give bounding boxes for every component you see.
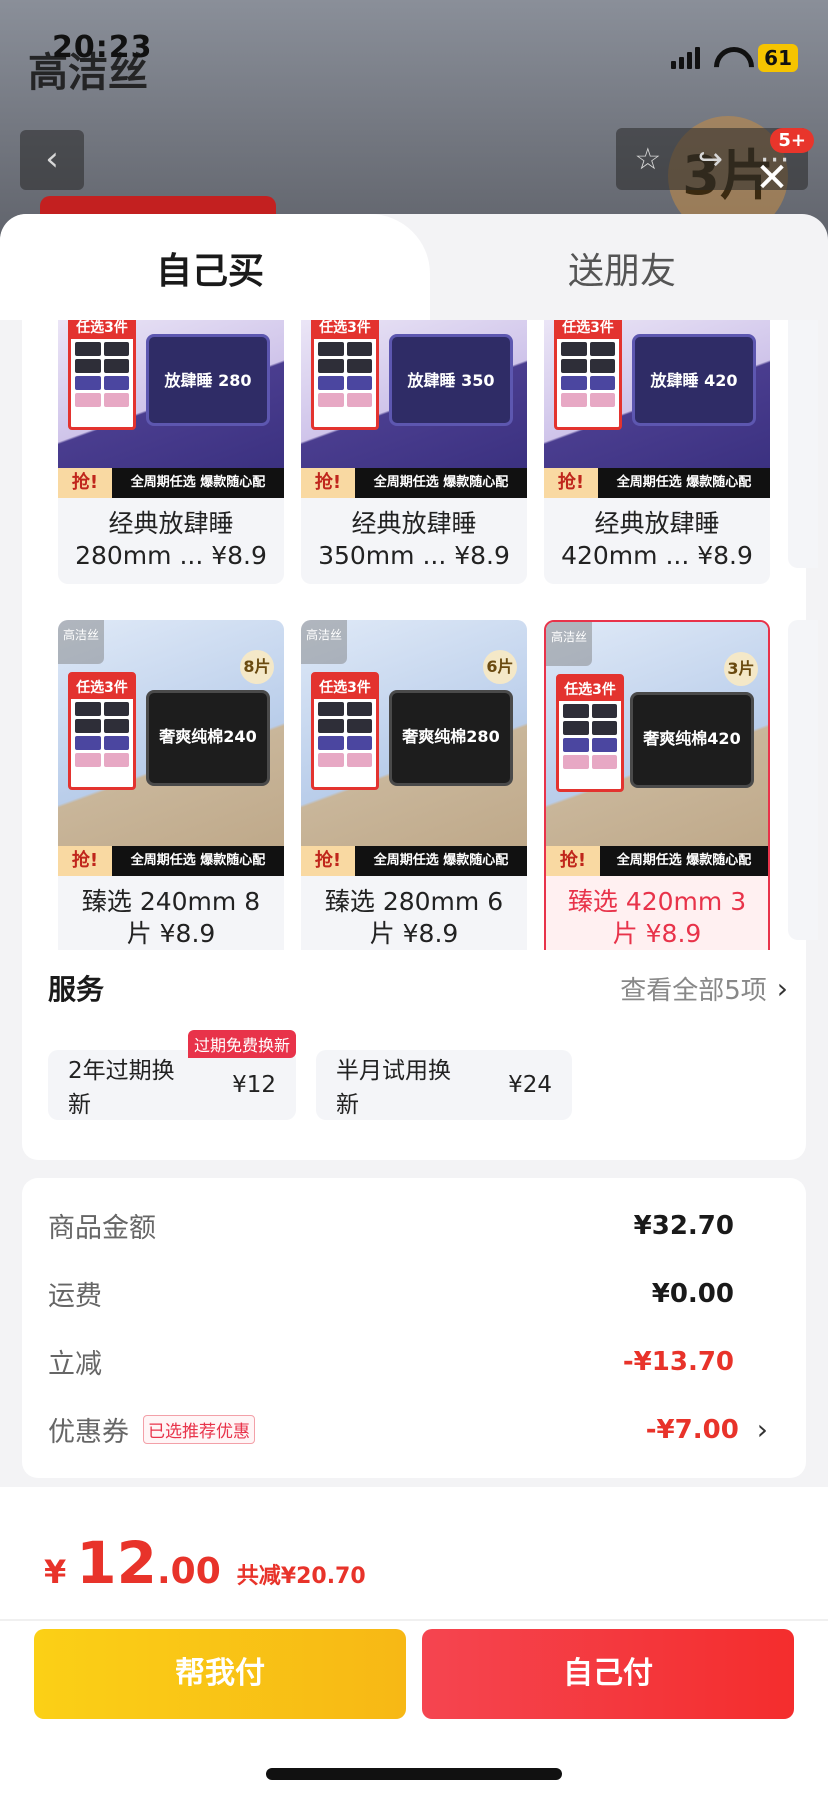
product-image: 任选3件 放肆睡 420	[544, 320, 770, 468]
brand-corner-logo: 高洁丝	[58, 620, 104, 664]
service-options: 2年过期换新 ¥12 过期免费换新 半月试用换新 ¥24	[48, 1030, 572, 1120]
shipping-row: 运费 ¥0.00	[48, 1278, 734, 1313]
choose-3-box: 任选3件	[68, 672, 136, 790]
product-image: 高洁丝 任选3件 奢爽纯棉420 3片	[546, 622, 768, 846]
chevron-right-icon: ›	[756, 1413, 768, 1446]
brand-corner-logo: 高洁丝	[546, 622, 592, 666]
choose-3-box: 任选3件	[311, 672, 379, 790]
coupon-row[interactable]: 优惠券 已选推荐优惠 -¥7.00 ›	[48, 1410, 768, 1449]
wifi-icon	[714, 47, 744, 69]
price-breakdown: 商品金额 ¥32.70 运费 ¥0.00 立减 -¥13.70 优惠券 已选推荐…	[22, 1178, 806, 1478]
product-card-peek[interactable]	[788, 620, 818, 940]
self-pay-button[interactable]: 自己付	[422, 1629, 794, 1719]
total-saved: 共减¥20.70	[236, 1564, 366, 1589]
purchase-sheet: 自己买 送朋友 任选3件 放肆睡 280 抢!全周期任选 爆款随心配 经典放肆	[0, 214, 828, 1793]
choose-3-box: 任选3件	[554, 320, 622, 430]
grab-bar: 抢! 全周期任选 爆款随心配	[58, 468, 284, 498]
product-card[interactable]: 任选3件 放肆睡 280 抢! 全周期任选 爆款随心配 经典放肆睡 280mm .…	[58, 320, 284, 584]
ask-friend-pay-button[interactable]: 帮我付	[34, 1629, 406, 1719]
product-card-peek[interactable]	[788, 320, 818, 568]
pad-count-badge: 6片	[483, 650, 517, 684]
grab-bar: 抢! 全周期任选 爆款随心配	[301, 468, 527, 498]
grab-bar: 抢! 全周期任选 爆款随心配	[301, 846, 527, 876]
product-name: 臻选 240mm 8 片 ¥8.9	[81, 887, 261, 948]
product-pack: 奢爽纯棉280	[389, 690, 513, 786]
product-grid: 任选3件 放肆睡 280 抢! 全周期任选 爆款随心配 经典放肆睡 280mm .…	[58, 320, 828, 950]
goods-amount-row: 商品金额 ¥32.70	[48, 1210, 734, 1245]
product-card-selected[interactable]: 高洁丝 任选3件 奢爽纯棉420 3片 抢! 全周期任选 爆款随心配 臻选 420…	[544, 620, 770, 950]
tab-buy-for-self[interactable]: 自己买	[156, 242, 264, 294]
tab-bar: 自己买 送朋友	[0, 214, 828, 320]
grab-bar: 抢! 全周期任选 爆款随心配	[546, 846, 768, 876]
coupon-recommended-tag: 已选推荐优惠	[143, 1415, 255, 1444]
product-name: 臻选 420mm 3 片 ¥8.9	[567, 887, 747, 948]
product-image: 高洁丝 任选3件 奢爽纯棉280 6片	[301, 620, 527, 846]
pad-count-badge: 3片	[724, 652, 758, 686]
product-card[interactable]: 高洁丝 任选3件 奢爽纯棉240 8片 抢! 全周期任选 爆款随心配 臻选 240…	[58, 620, 284, 950]
choose-3-box: 任选3件	[68, 320, 136, 430]
product-name: 经典放肆睡 350mm ... ¥8.9	[318, 509, 510, 570]
choose-3-box: 任选3件	[311, 320, 379, 430]
star-icon[interactable]: ☆	[634, 142, 661, 177]
pad-count-badge: 8片	[240, 650, 274, 684]
signal-icon	[671, 47, 701, 69]
services-title: 服务	[48, 973, 105, 1006]
back-button[interactable]: ‹	[20, 130, 84, 190]
share-icon[interactable]: ↪	[698, 142, 723, 177]
product-image: 任选3件 放肆睡 280	[58, 320, 284, 468]
product-pack: 放肆睡 420	[632, 334, 756, 426]
grab-bar: 抢! 全周期任选 爆款随心配	[544, 468, 770, 498]
tab-send-to-friend[interactable]: 送朋友	[568, 242, 676, 294]
product-name: 经典放肆睡 280mm ... ¥8.9	[75, 509, 267, 570]
instant-discount-row: 立减 -¥13.70	[48, 1346, 734, 1381]
choose-3-box: 任选3件	[556, 674, 624, 792]
product-image: 高洁丝 任选3件 奢爽纯棉240 8片	[58, 620, 284, 846]
divider	[0, 1619, 828, 1621]
product-name: 臻选 280mm 6 片 ¥8.9	[324, 887, 504, 948]
checkout-footer: ¥ 12 .00 共减¥20.70 帮我付 自己付	[0, 1487, 828, 1793]
close-icon[interactable]: ✕	[750, 156, 794, 200]
product-pack: 奢爽纯棉240	[146, 690, 270, 786]
service-chip-trial-replace[interactable]: 半月试用换新 ¥24	[316, 1050, 572, 1120]
grab-bar: 抢! 全周期任选 爆款随心配	[58, 846, 284, 876]
product-name: 经典放肆睡 420mm ... ¥8.9	[561, 509, 753, 570]
home-indicator[interactable]	[266, 1768, 562, 1780]
free-replace-tag: 过期免费换新	[187, 1030, 296, 1058]
view-all-services-link[interactable]: 查看全部5项 ›	[620, 970, 788, 1007]
product-pack: 放肆睡 280	[146, 334, 270, 426]
service-chip-expiry-replace[interactable]: 2年过期换新 ¥12 过期免费换新	[48, 1030, 296, 1120]
chevron-right-icon: ›	[776, 971, 788, 1005]
notification-badge: 5+	[770, 128, 814, 153]
product-panel: 任选3件 放肆睡 280 抢! 全周期任选 爆款随心配 经典放肆睡 280mm .…	[22, 320, 818, 1160]
product-card[interactable]: 任选3件 放肆睡 350 抢! 全周期任选 爆款随心配 经典放肆睡 350mm .…	[301, 320, 527, 584]
product-image: 任选3件 放肆睡 350	[301, 320, 527, 468]
battery-indicator: 61	[758, 44, 798, 72]
product-card[interactable]: 高洁丝 任选3件 奢爽纯棉280 6片 抢! 全周期任选 爆款随心配 臻选 280…	[301, 620, 527, 950]
product-card[interactable]: 任选3件 放肆睡 420 抢! 全周期任选 爆款随心配 经典放肆睡 420mm .…	[544, 320, 770, 584]
total-price: ¥ 12 .00 共减¥20.70	[44, 1529, 366, 1597]
services-header: 服务 查看全部5项 ›	[48, 968, 788, 1008]
status-icons: 61	[671, 44, 798, 72]
brand-corner-logo: 高洁丝	[301, 620, 347, 664]
product-pack: 放肆睡 350	[389, 334, 513, 426]
status-time: 20:23	[52, 30, 153, 65]
product-pack: 奢爽纯棉420	[630, 692, 754, 788]
